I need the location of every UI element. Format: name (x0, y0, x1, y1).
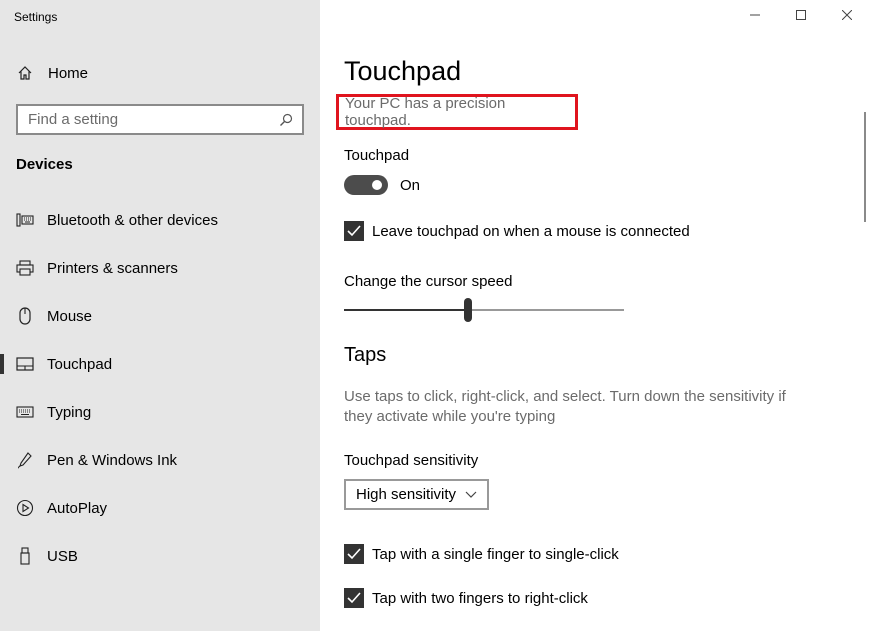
sidebar-item-label: Pen & Windows Ink (47, 451, 178, 469)
sidebar-item-touchpad[interactable]: Touchpad (0, 340, 320, 388)
search-icon[interactable] (278, 112, 294, 128)
minimize-button[interactable] (732, 0, 778, 32)
leave-on-label: Leave touchpad on when a mouse is connec… (372, 222, 690, 240)
page-title: Touchpad (344, 56, 462, 86)
scrollbar[interactable] (864, 112, 866, 222)
mouse-icon (16, 307, 34, 325)
sidebar-item-label: Bluetooth & other devices (47, 211, 218, 229)
search-box[interactable] (16, 104, 304, 135)
chevron-down-icon (465, 486, 477, 503)
touchpad-label: Touchpad (344, 147, 410, 164)
sidebar-item-label: Mouse (47, 307, 93, 325)
window-controls (732, 0, 870, 32)
taps-description: Use taps to click, right-click, and sele… (344, 388, 786, 425)
sidebar-item-label: USB (47, 547, 78, 565)
checkmark-icon (347, 592, 361, 604)
close-icon (841, 7, 853, 25)
sidebar-item-usb[interactable]: USB (0, 532, 320, 580)
tap-two-label: Tap with two fingers to right-click (372, 589, 588, 607)
sensitivity-value: High sensitivity (356, 486, 457, 503)
maximize-icon (796, 7, 806, 25)
app-title: Settings (14, 10, 58, 24)
section-title: Devices (16, 156, 73, 173)
sidebar-item-label: AutoPlay (47, 499, 108, 517)
bluetooth-devices-icon (16, 211, 34, 229)
sidebar-item-autoplay[interactable]: AutoPlay (0, 484, 320, 532)
sidebar-item-label: Touchpad (47, 355, 113, 373)
sidebar-item-typing[interactable]: Typing (0, 388, 320, 436)
toggle-knob (372, 180, 382, 190)
main-content: Touchpad Your PC has a precision touchpa… (320, 0, 870, 631)
sidebar-item-pen[interactable]: Pen & Windows Ink (0, 436, 320, 484)
close-button[interactable] (824, 0, 870, 32)
sensitivity-dropdown[interactable]: High sensitivity (344, 479, 489, 510)
taps-heading: Taps (344, 344, 387, 366)
sidebar-item-bluetooth[interactable]: Bluetooth & other devices (0, 196, 320, 244)
leave-on-checkbox[interactable] (344, 221, 364, 241)
nav-list: Bluetooth & other devices Printers & sca… (0, 196, 320, 580)
home-link[interactable]: Home (16, 62, 88, 84)
tap-single-label: Tap with a single finger to single-click (372, 545, 619, 563)
subtitle-text: Your PC has a precision touchpad. (345, 95, 506, 129)
leave-on-row[interactable]: Leave touchpad on when a mouse is connec… (344, 221, 690, 241)
search-input[interactable] (28, 111, 278, 128)
slider-thumb[interactable] (464, 298, 472, 322)
slider-track-rest (472, 309, 624, 311)
tap-single-checkbox[interactable] (344, 544, 364, 564)
tap-two-row[interactable]: Tap with two fingers to right-click (344, 588, 588, 608)
home-label: Home (48, 64, 89, 82)
keyboard-icon (16, 403, 34, 421)
usb-icon (16, 547, 34, 565)
touchpad-toggle[interactable] (344, 175, 388, 195)
minimize-icon (750, 7, 760, 25)
autoplay-icon (16, 499, 34, 517)
tap-single-row[interactable]: Tap with a single finger to single-click (344, 544, 619, 564)
slider-track-fill (344, 309, 464, 311)
checkmark-icon (347, 225, 361, 237)
pen-icon (16, 451, 34, 469)
sidebar: Settings Home Devices Bluetooth & other … (0, 0, 320, 631)
tap-two-checkbox[interactable] (344, 588, 364, 608)
printer-icon (16, 259, 34, 277)
sensitivity-label: Touchpad sensitivity (344, 452, 479, 469)
toggle-state: On (400, 177, 421, 194)
sidebar-item-label: Printers & scanners (47, 259, 178, 277)
sidebar-item-mouse[interactable]: Mouse (0, 292, 320, 340)
sidebar-item-printers[interactable]: Printers & scanners (0, 244, 320, 292)
checkmark-icon (347, 548, 361, 560)
cursor-speed-label: Change the cursor speed (344, 273, 513, 290)
home-icon (16, 64, 34, 82)
touchpad-icon (16, 355, 34, 373)
subtitle-highlight: Your PC has a precision touchpad. (336, 94, 578, 130)
maximize-button[interactable] (778, 0, 824, 32)
sidebar-item-label: Typing (47, 403, 92, 421)
cursor-speed-slider[interactable] (344, 298, 624, 322)
